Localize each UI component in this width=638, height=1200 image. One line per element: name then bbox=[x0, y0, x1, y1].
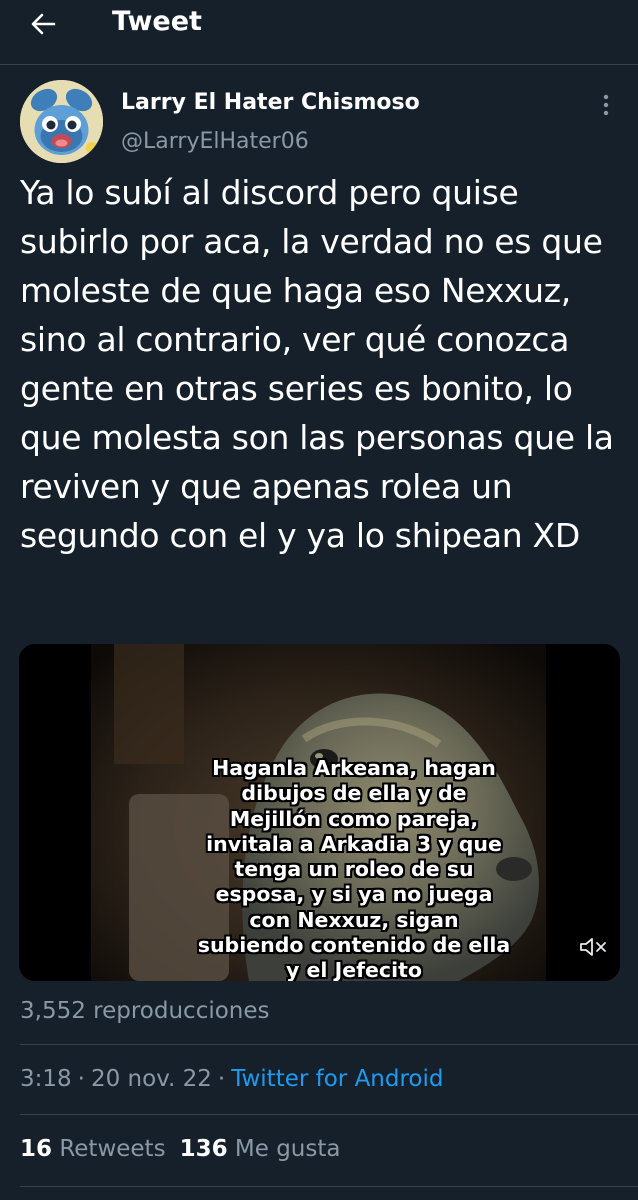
tweet-meta: 3:18 · 20 nov. 22 · Twitter for Android bbox=[20, 1062, 444, 1096]
retweets-count: 16 bbox=[20, 1136, 53, 1162]
likes-stat[interactable]: 136 Me gusta bbox=[180, 1136, 341, 1162]
divider bbox=[20, 1114, 638, 1115]
arrow-left-icon[interactable] bbox=[29, 10, 57, 38]
tweet-stats: 16 Retweets 136 Me gusta bbox=[20, 1132, 340, 1166]
top-bar: Tweet bbox=[0, 0, 638, 65]
source-link[interactable]: Twitter for Android bbox=[231, 1066, 443, 1092]
sobble-avatar-icon bbox=[20, 80, 103, 163]
tweet-video[interactable]: Haganla Arkeana, hagan dibujos de ella y… bbox=[19, 644, 620, 981]
view-count: 3,552 reproducciones bbox=[20, 998, 270, 1024]
author-handle[interactable]: @LarryElHater06 bbox=[121, 127, 309, 157]
retweets-label: Retweets bbox=[59, 1136, 166, 1162]
likes-count: 136 bbox=[179, 1136, 228, 1162]
avatar[interactable] bbox=[20, 80, 103, 163]
meta-separator: · bbox=[77, 1066, 85, 1092]
divider bbox=[20, 1186, 638, 1187]
divider bbox=[20, 1044, 638, 1045]
muted-speaker-icon[interactable] bbox=[579, 936, 609, 958]
tweet-date: 20 nov. 22 bbox=[90, 1066, 212, 1092]
page-title: Tweet bbox=[112, 6, 202, 37]
meta-separator: · bbox=[217, 1066, 226, 1092]
tweet-time: 3:18 bbox=[20, 1066, 72, 1092]
meme-caption: Haganla Arkeana, hagan dibujos de ella y… bbox=[197, 756, 511, 981]
retweets-stat[interactable]: 16 Retweets bbox=[20, 1136, 166, 1162]
tweet-text: Ya lo subí al discord pero quise subirlo… bbox=[20, 173, 614, 555]
more-options-icon[interactable] bbox=[596, 92, 616, 118]
author-display-name[interactable]: Larry El Hater Chismoso bbox=[121, 88, 420, 118]
likes-label: Me gusta bbox=[234, 1136, 341, 1162]
